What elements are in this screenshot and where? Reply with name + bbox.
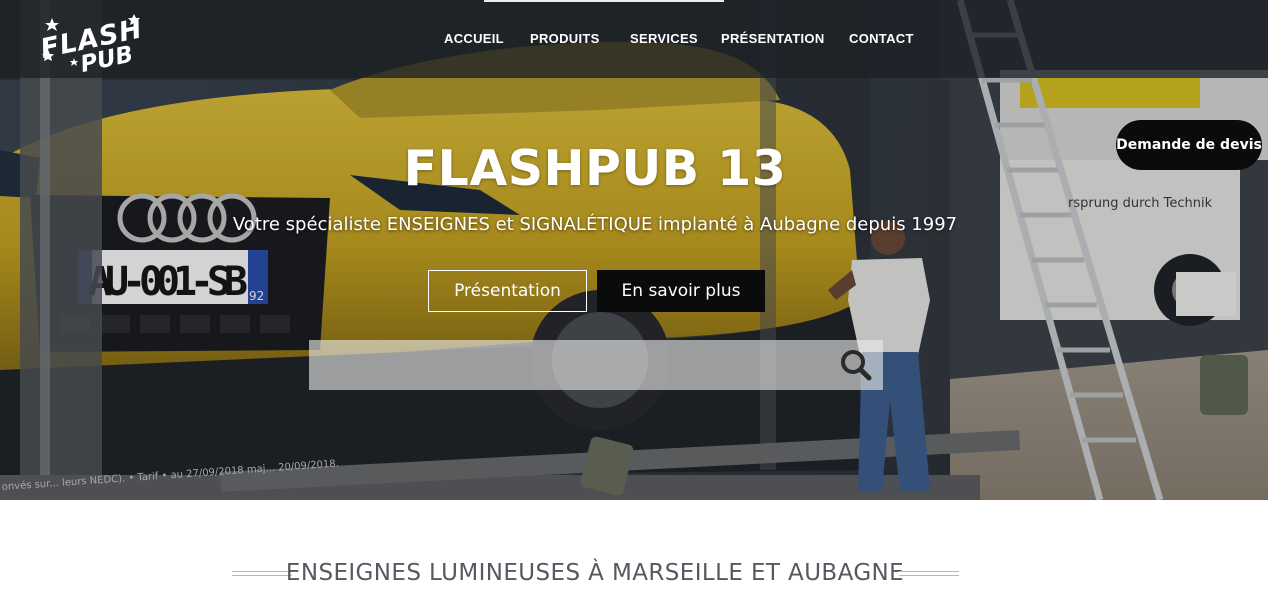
hero-banner: AU-001-SB 92 onvés sur... leurs NEDC). •…	[0, 0, 1268, 500]
quote-request-button[interactable]: Demande de devis	[1116, 120, 1262, 170]
learn-more-button[interactable]: En savoir plus	[597, 270, 765, 312]
section-heading: ENSEIGNES LUMINEUSES À MARSEILLE ET AUBA…	[285, 560, 905, 586]
hero-subtitle: Votre spécialiste ENSEIGNES et SIGNALÉTI…	[232, 214, 958, 235]
nav-item-presentation[interactable]: PRÉSENTATION	[721, 31, 825, 46]
nav-item-produits[interactable]: PRODUITS	[530, 31, 600, 46]
nav-top-accent-line	[484, 0, 724, 2]
nav-item-services[interactable]: SERVICES	[630, 31, 698, 46]
search-input[interactable]	[309, 340, 829, 390]
nav-item-contact[interactable]: CONTACT	[849, 31, 914, 46]
brand-logo[interactable]: FLASH PUB	[30, 6, 162, 72]
heading-decoration-right	[899, 571, 959, 577]
nav-item-accueil[interactable]: ACCUEIL	[444, 31, 504, 46]
flashpub-logo-graphic: FLASH PUB	[38, 13, 146, 72]
hero-title: FLASHPUB 13	[403, 140, 787, 197]
search-icon	[841, 350, 872, 381]
section-heading-block: ENSEIGNES LUMINEUSES À MARSEILLE ET AUBA…	[0, 556, 1190, 592]
search-bar	[309, 340, 883, 390]
presentation-button[interactable]: Présentation	[428, 270, 587, 312]
site-header: FLASH PUB ACCUEIL PRODUITS SERVICES PRÉS…	[0, 0, 1268, 78]
search-button[interactable]	[839, 348, 873, 382]
